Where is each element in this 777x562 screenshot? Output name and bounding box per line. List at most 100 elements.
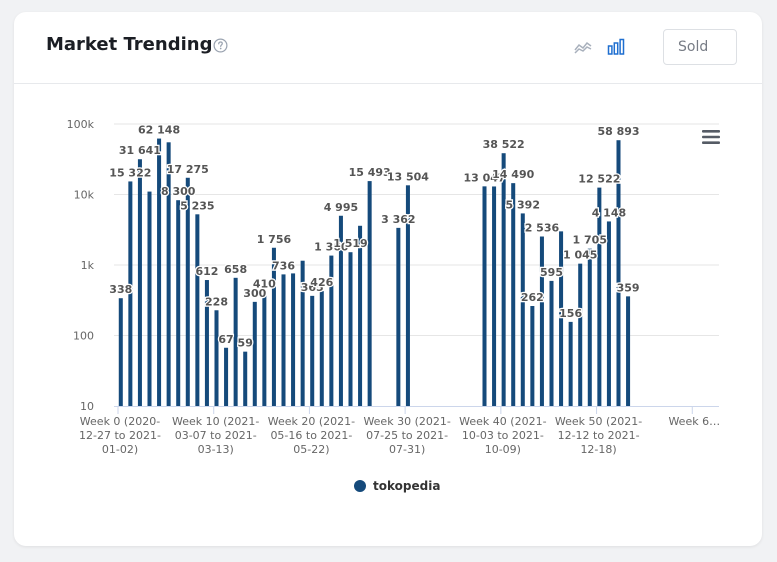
chart-legend[interactable]: tokopedia bbox=[354, 477, 440, 495]
bar bbox=[195, 214, 200, 406]
bar-data-label: 736 bbox=[272, 259, 295, 272]
bar-data-label: 15 493 bbox=[349, 166, 391, 179]
bar bbox=[606, 221, 611, 406]
bar bbox=[214, 310, 219, 406]
bar bbox=[626, 296, 631, 406]
bar-data-label: 262 bbox=[521, 291, 544, 304]
x-tick-label-line: 12-27 to 2021- bbox=[79, 429, 161, 442]
legend-label: tokopedia bbox=[373, 479, 441, 493]
bar bbox=[568, 321, 573, 406]
card-header: Market Trending Sold bbox=[14, 12, 762, 84]
bar bbox=[539, 236, 544, 406]
bar-data-label: 17 275 bbox=[167, 163, 209, 176]
x-tick-label: Week 10 (2021-03-07 to 2021-03-13) bbox=[172, 415, 259, 456]
x-tick-label: Week 50 (2021-12-12 to 2021-12-18) bbox=[555, 415, 642, 456]
bar bbox=[511, 183, 516, 406]
line-chart-icon[interactable] bbox=[574, 39, 592, 55]
bar bbox=[587, 248, 592, 406]
bar bbox=[358, 225, 363, 406]
bar bbox=[147, 191, 152, 406]
x-tick-label-line: Week 20 (2021- bbox=[268, 415, 355, 428]
x-tick-label: Week 30 (2021-07-25 to 2021-07-31) bbox=[363, 415, 450, 456]
y-tick-label: 100k bbox=[67, 118, 95, 131]
bar bbox=[348, 252, 353, 406]
bar-data-label: 1 756 bbox=[257, 233, 292, 246]
bar bbox=[597, 187, 602, 406]
bar-data-label: 359 bbox=[617, 281, 640, 294]
bar-data-label: 156 bbox=[559, 307, 582, 320]
y-tick-label: 1k bbox=[81, 259, 95, 272]
y-tick-label: 10k bbox=[74, 189, 95, 202]
x-tick-label: Week 20 (2021-05-16 to 2021-05-22) bbox=[268, 415, 355, 456]
bar-data-label: 1 705 bbox=[573, 234, 607, 247]
bar bbox=[520, 213, 525, 406]
y-tick-label: 10 bbox=[80, 400, 94, 413]
bar-data-label: 658 bbox=[224, 263, 247, 276]
bar-data-label: 3 362 bbox=[381, 213, 415, 226]
bar bbox=[492, 186, 497, 406]
bar bbox=[482, 186, 487, 406]
x-tick-label: Week 40 (2021-10-03 to 2021-10-09) bbox=[459, 415, 546, 456]
bar bbox=[396, 227, 401, 406]
bar-data-label: 58 893 bbox=[597, 125, 639, 138]
x-tick-label-line: 07-31) bbox=[389, 443, 425, 456]
bar-data-label: 410 bbox=[253, 277, 276, 290]
bar bbox=[166, 142, 171, 406]
x-tick-label-line: 12-12 to 2021- bbox=[558, 429, 640, 442]
bar-data-label: 67 bbox=[218, 333, 233, 346]
x-tick-label-line: 05-22) bbox=[293, 443, 329, 456]
bar bbox=[176, 200, 181, 406]
bar-data-label: 1 045 bbox=[563, 249, 597, 262]
bar bbox=[319, 291, 324, 406]
bar bbox=[252, 301, 257, 406]
bar-data-label: 228 bbox=[205, 295, 228, 308]
bar bbox=[578, 263, 583, 406]
bar-data-label: 612 bbox=[195, 265, 218, 278]
bar-data-label: 13 504 bbox=[387, 170, 429, 183]
x-tick-label-line: Week 10 (2021- bbox=[172, 415, 259, 428]
bar bbox=[118, 298, 123, 406]
bar-data-label: 38 522 bbox=[483, 138, 525, 151]
x-tick-label: Week 0 (2020-12-27 to 2021-01-02) bbox=[79, 415, 161, 456]
bar bbox=[549, 280, 554, 406]
bar bbox=[367, 181, 372, 406]
bar-data-label: 8 300 bbox=[161, 185, 196, 198]
bar-chart-icon[interactable] bbox=[607, 38, 625, 55]
x-tick-label-line: 03-07 to 2021- bbox=[175, 429, 257, 442]
x-tick-label-line: 07-25 to 2021- bbox=[366, 429, 448, 442]
bar-data-label: 4 995 bbox=[324, 201, 358, 214]
bar-data-label: 59 bbox=[238, 337, 253, 350]
x-tick-label-line: Week 6… bbox=[668, 415, 720, 428]
x-tick-label-line: Week 50 (2021- bbox=[555, 415, 642, 428]
market-trending-card: Market Trending Sold 10 100 1k 10k 100k Week … bbox=[14, 12, 762, 546]
bar-data-label: 14 490 bbox=[492, 168, 534, 181]
x-tick-label-line: 03-13) bbox=[198, 443, 234, 456]
x-tick-label-line: Week 0 (2020- bbox=[80, 415, 160, 428]
bar bbox=[262, 292, 267, 406]
bar bbox=[310, 295, 315, 406]
bar-data-label: 5 235 bbox=[180, 199, 214, 212]
bar-data-label: 31 641 bbox=[119, 144, 161, 157]
bar-data-label: 4 148 bbox=[592, 206, 626, 219]
bar bbox=[530, 306, 535, 406]
help-circle-icon[interactable] bbox=[213, 38, 228, 53]
bar bbox=[243, 351, 248, 406]
card-title: Market Trending bbox=[46, 34, 213, 55]
bar bbox=[224, 347, 229, 406]
bar-data-label: 338 bbox=[109, 283, 132, 296]
bar bbox=[281, 274, 286, 406]
metric-select[interactable]: Sold bbox=[663, 29, 737, 65]
bar bbox=[137, 159, 142, 406]
bar-data-label: 2 536 bbox=[525, 222, 560, 235]
x-tick-label-line: Week 30 (2021- bbox=[363, 415, 450, 428]
bar-data-label: 62 148 bbox=[138, 124, 180, 137]
bar-data-label: 1 519 bbox=[333, 237, 367, 250]
bar bbox=[501, 153, 506, 406]
x-tick-label-line: 05-16 to 2021- bbox=[270, 429, 352, 442]
bar bbox=[157, 138, 162, 406]
hamburger-menu-icon[interactable] bbox=[702, 130, 720, 144]
bar-data-label: 426 bbox=[310, 276, 333, 289]
bar-data-label: 595 bbox=[540, 266, 563, 279]
x-tick-label: Week 6… bbox=[668, 415, 720, 428]
x-tick-label-line: 01-02) bbox=[102, 443, 138, 456]
